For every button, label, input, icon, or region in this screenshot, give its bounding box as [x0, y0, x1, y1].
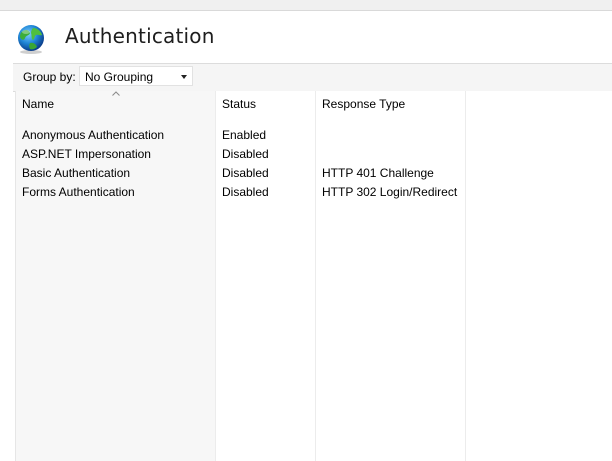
- group-by-toolbar: Group by: No Grouping: [13, 63, 612, 92]
- row-response-type: HTTP 401 Challenge: [322, 166, 434, 180]
- globe-icon: [18, 25, 44, 54]
- table-row[interactable]: Anonymous Authentication Enabled: [15, 125, 466, 144]
- column-header-name[interactable]: Name: [22, 97, 54, 111]
- row-status: Disabled: [222, 185, 269, 199]
- features-list: Name Status Response Type Anonymous Auth…: [15, 91, 612, 461]
- row-name: Forms Authentication: [22, 185, 135, 199]
- table-row[interactable]: Basic Authentication Disabled HTTP 401 C…: [15, 163, 466, 182]
- group-by-label: Group by:: [23, 70, 76, 84]
- row-status: Enabled: [222, 128, 267, 142]
- row-name: Anonymous Authentication: [22, 128, 165, 142]
- row-status: Disabled: [222, 147, 269, 161]
- column-header-response-type[interactable]: Response Type: [322, 97, 405, 111]
- page-header: Authentication: [0, 11, 612, 63]
- chevron-down-icon: [181, 75, 187, 79]
- row-status: Disabled: [222, 166, 269, 180]
- row-name: Basic Authentication: [22, 166, 131, 180]
- table-row[interactable]: Forms Authentication Disabled HTTP 302 L…: [15, 182, 466, 201]
- features-view-panel: Authentication Group by: No Grouping Nam…: [0, 10, 612, 461]
- group-by-value: No Grouping: [85, 70, 154, 84]
- group-by-dropdown[interactable]: No Grouping: [79, 66, 193, 86]
- column-header-status[interactable]: Status: [222, 97, 256, 111]
- table-row[interactable]: ASP.NET Impersonation Disabled: [15, 144, 466, 163]
- page-title: Authentication: [65, 24, 215, 48]
- row-name: ASP.NET Impersonation: [22, 147, 151, 161]
- row-response-type: HTTP 302 Login/Redirect: [322, 185, 458, 199]
- sort-ascending-icon: [112, 91, 120, 96]
